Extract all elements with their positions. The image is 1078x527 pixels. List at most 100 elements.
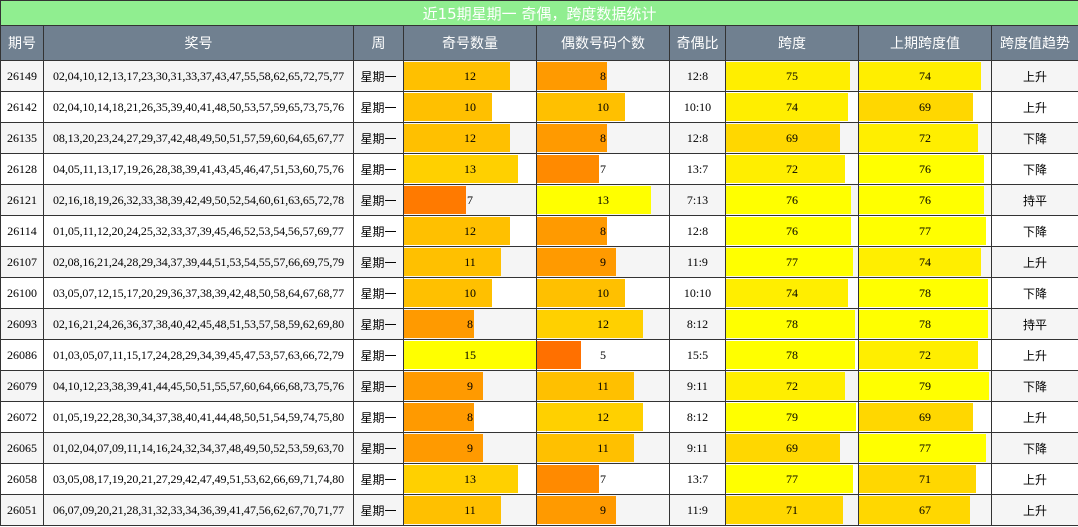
prev-span-cell-value: 72 [919, 347, 931, 362]
trend-cell: 上升 [990, 60, 1078, 92]
odd-count-cell-value: 15 [464, 347, 476, 362]
trend-cell: 上升 [990, 494, 1078, 526]
even-count-cell-bar [537, 403, 643, 431]
even-count-cell-value: 9 [600, 502, 606, 517]
issue-cell: 26107 [0, 246, 44, 278]
span-cell: 77 [725, 246, 859, 278]
issue-cell: 26079 [0, 370, 44, 402]
issue-cell: 26114 [0, 215, 44, 247]
table-row: 26149 02,04,10,12,13,17,23,30,31,33,37,43… [0, 60, 1078, 92]
span-cell-value: 69 [786, 130, 798, 145]
ratio-cell: 9:11 [669, 370, 726, 402]
numbers-cell: 02,04,10,12,13,17,23,30,31,33,37,43,47,5… [43, 60, 354, 92]
even-count-cell-bar [537, 372, 634, 400]
span-cell: 74 [725, 277, 859, 309]
header-even-count: 偶数号码个数 [536, 25, 670, 61]
span-cell: 76 [725, 184, 859, 216]
table-row: 26121 02,16,18,19,26,32,33,38,39,42,49,50… [0, 184, 1078, 216]
span-cell-value: 79 [786, 409, 798, 424]
even-count-cell: 9 [536, 494, 670, 526]
trend-cell: 下降 [990, 153, 1078, 185]
trend-cell: 上升 [990, 246, 1078, 278]
span-cell-value: 71 [786, 502, 798, 517]
even-count-cell-value: 7 [600, 161, 606, 176]
issue-cell: 26051 [0, 494, 44, 526]
even-count-cell: 10 [536, 277, 670, 309]
numbers-cell: 02,16,21,24,26,36,37,38,40,42,45,48,51,5… [43, 308, 354, 340]
even-count-cell: 11 [536, 432, 670, 464]
trend-cell: 持平 [990, 184, 1078, 216]
span-cell-value: 72 [786, 378, 798, 393]
even-count-cell-value: 8 [600, 223, 606, 238]
span-cell: 75 [725, 60, 859, 92]
odd-count-cell-bar [404, 155, 519, 183]
prev-span-cell-value: 78 [919, 316, 931, 331]
span-cell-value: 76 [786, 192, 798, 207]
table-row: 26086 01,03,05,07,11,15,17,24,28,29,34,39… [0, 339, 1078, 371]
trend-cell: 下降 [990, 370, 1078, 402]
odd-count-cell: 10 [403, 91, 537, 123]
even-count-cell-value: 12 [597, 409, 609, 424]
prev-span-cell-value: 74 [919, 68, 931, 83]
trend-cell: 上升 [990, 463, 1078, 495]
ratio-cell: 13:7 [669, 153, 726, 185]
prev-span-cell-value: 69 [919, 99, 931, 114]
numbers-cell: 02,04,10,14,18,21,26,35,39,40,41,48,50,5… [43, 91, 354, 123]
prev-span-cell-value: 74 [919, 254, 931, 269]
odd-count-cell-value: 12 [464, 130, 476, 145]
even-count-cell-value: 11 [597, 440, 609, 455]
trend-cell: 下降 [990, 215, 1078, 247]
prev-span-cell: 76 [858, 153, 992, 185]
odd-count-cell-value: 7 [467, 192, 473, 207]
prev-span-cell: 78 [858, 308, 992, 340]
prev-span-cell: 71 [858, 463, 992, 495]
span-cell: 69 [725, 432, 859, 464]
header-span: 跨度 [725, 25, 859, 61]
title-row: 近15期星期一 奇偶，跨度数据统计 [0, 0, 1078, 26]
even-count-cell-value: 12 [597, 316, 609, 331]
span-cell: 74 [725, 91, 859, 123]
table-row: 26142 02,04,10,14,18,21,26,35,39,40,41,48… [0, 91, 1078, 123]
odd-count-cell: 9 [403, 432, 537, 464]
header-odd-count: 奇号数量 [403, 25, 537, 61]
odd-count-cell: 12 [403, 122, 537, 154]
trend-cell: 上升 [990, 401, 1078, 433]
even-count-cell-value: 5 [600, 347, 606, 362]
ratio-cell: 15:5 [669, 339, 726, 371]
prev-span-cell-bar [859, 465, 977, 493]
odd-count-cell-value: 11 [464, 254, 476, 269]
odd-count-cell-value: 10 [464, 285, 476, 300]
odd-count-cell-bar [404, 403, 475, 431]
odd-count-cell-bar [404, 93, 492, 121]
odd-count-cell: 10 [403, 277, 537, 309]
even-count-cell-bar [537, 93, 625, 121]
table-row: 26051 06,07,09,20,21,28,31,32,33,34,36,39… [0, 494, 1078, 526]
odd-count-cell: 13 [403, 153, 537, 185]
trend-cell: 上升 [990, 91, 1078, 123]
odd-count-cell-value: 13 [464, 471, 476, 486]
even-count-cell: 5 [536, 339, 670, 371]
numbers-cell: 01,05,11,12,20,24,25,32,33,37,39,45,46,5… [43, 215, 354, 247]
even-count-cell-bar [537, 124, 608, 152]
span-cell-bar [726, 124, 840, 152]
prev-span-cell-bar [859, 93, 973, 121]
odd-count-cell-bar [404, 310, 475, 338]
weekday-cell: 星期一 [353, 308, 404, 340]
prev-span-cell: 79 [858, 370, 992, 402]
issue-cell: 26065 [0, 432, 44, 464]
odd-count-cell-value: 12 [464, 223, 476, 238]
even-count-cell: 9 [536, 246, 670, 278]
odd-count-cell: 11 [403, 494, 537, 526]
even-count-cell-bar [537, 310, 643, 338]
prev-span-cell: 72 [858, 122, 992, 154]
table-row: 26114 01,05,11,12,20,24,25,32,33,37,39,45… [0, 215, 1078, 247]
span-cell-bar [726, 434, 840, 462]
prev-span-cell-value: 78 [919, 285, 931, 300]
weekday-cell: 星期一 [353, 339, 404, 371]
even-count-cell: 8 [536, 60, 670, 92]
span-cell-value: 74 [786, 99, 798, 114]
numbers-cell: 03,05,08,17,19,20,21,27,29,42,47,49,51,5… [43, 463, 354, 495]
even-count-cell-bar [537, 186, 652, 214]
prev-span-cell-value: 72 [919, 130, 931, 145]
odd-count-cell-value: 8 [467, 316, 473, 331]
